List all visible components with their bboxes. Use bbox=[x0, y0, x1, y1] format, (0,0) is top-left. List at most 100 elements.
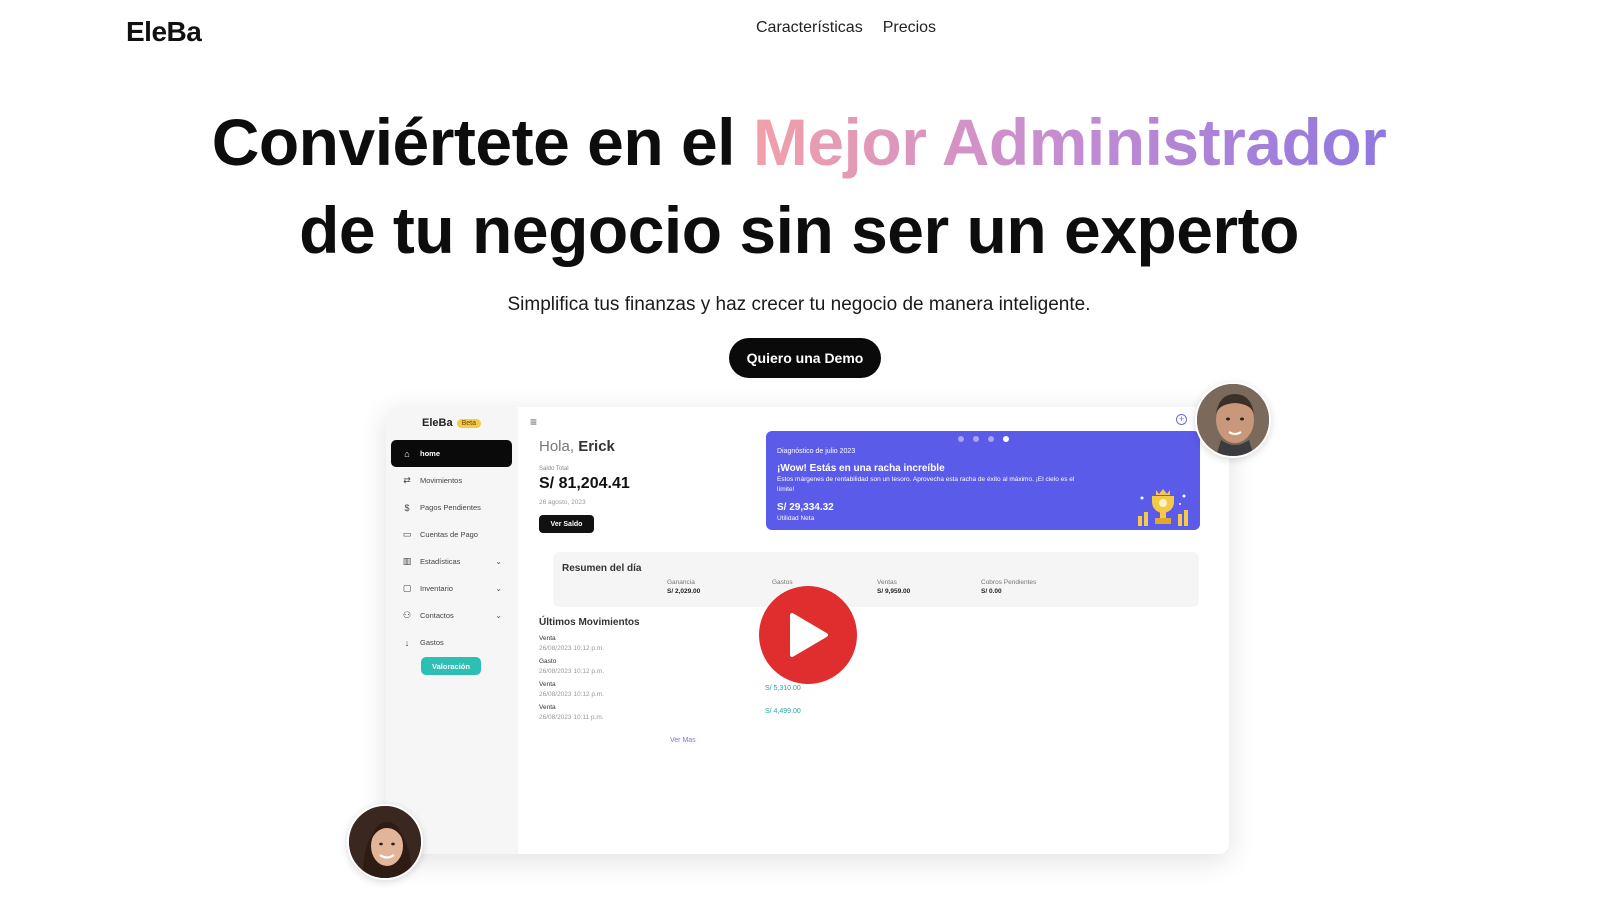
app-main: ≡ + Hola, Erick Saldo Total S/ 81,204.41… bbox=[518, 407, 1229, 854]
top-navbar: EleBa Características Precios bbox=[0, 0, 1598, 70]
sidebar-item-label: Gastos bbox=[420, 638, 444, 647]
saldo-value: S/ 81,204.41 bbox=[539, 475, 630, 492]
summary-label: Cobros Pendientes bbox=[981, 579, 1037, 586]
ver-mas-link[interactable]: Ver Mas bbox=[670, 737, 696, 744]
summary-value: S/ 0.00 bbox=[981, 588, 1002, 595]
avatar-man bbox=[1195, 382, 1271, 458]
sidebar-item-movimientos[interactable]: ⇄ Movimientos bbox=[391, 467, 512, 494]
app-logo-text: EleBa bbox=[422, 417, 453, 429]
sidebar-item-inventario[interactable]: ▢ Inventario ⌄ bbox=[391, 575, 512, 602]
list-item[interactable]: Venta 26/08/2023 10:11 p.m. bbox=[539, 703, 604, 723]
summary-label: Gastos bbox=[772, 579, 793, 586]
diagnostic-title: Diagnóstico de julio 2023 bbox=[777, 448, 856, 455]
sidebar-item-pagos-pendientes[interactable]: $ Pagos Pendientes bbox=[391, 494, 512, 521]
greeting-name: Erick bbox=[578, 438, 615, 455]
sidebar-menu: ⌂ home ⇄ Movimientos $ Pagos Pendientes … bbox=[391, 440, 512, 656]
diagnostic-text: Estos márgenes de rentabilidad son un te… bbox=[777, 476, 1075, 493]
movement-type: Venta bbox=[539, 681, 556, 688]
summary-ventas: Ventas S/ 9,959.00 bbox=[877, 579, 910, 595]
dollar-clock-icon: $ bbox=[404, 502, 410, 513]
movement-amount: S/ 5,310.00 bbox=[765, 685, 801, 692]
home-icon: ⌂ bbox=[404, 448, 410, 459]
saldo-label: Saldo Total bbox=[539, 466, 569, 472]
sidebar-item-label: Contactos bbox=[420, 611, 454, 620]
greeting-prefix: Hola, bbox=[539, 438, 579, 455]
sidebar-item-estadisticas[interactable]: ▥ Estadísticas ⌄ bbox=[391, 548, 512, 575]
box-icon: ▢ bbox=[402, 583, 412, 593]
avatar-man-image bbox=[1197, 384, 1269, 456]
list-item[interactable]: Venta 26/08/2023 10:12 p.m. bbox=[539, 680, 604, 700]
list-item[interactable]: Gasto 26/08/2023 10:12 p.m. bbox=[539, 657, 604, 677]
carousel-dots bbox=[958, 436, 1009, 442]
hero-title-part2: de tu negocio sin ser un experto bbox=[299, 193, 1299, 267]
arrow-down-icon: ↓ bbox=[404, 637, 410, 648]
daily-summary: Resumen del día Ganancia S/ 2,029.00 Gas… bbox=[553, 552, 1199, 607]
hero-title: Conviértete en el Mejor Administrador de… bbox=[0, 98, 1598, 274]
summary-value: S/ 2,029.00 bbox=[667, 588, 701, 595]
add-circle-icon[interactable]: + bbox=[1176, 414, 1187, 425]
movement-type: Venta bbox=[539, 635, 556, 642]
sidebar-item-label: Cuentas de Pago bbox=[420, 530, 478, 539]
ver-saldo-button[interactable]: Ver Saldo bbox=[539, 515, 594, 533]
carousel-dot-active[interactable] bbox=[1003, 436, 1009, 442]
summary-gastos: Gastos bbox=[772, 579, 793, 588]
app-logo: EleBa Beta bbox=[422, 417, 481, 429]
hero-title-highlight: Mejor Administrador bbox=[752, 105, 1387, 179]
diagnostic-heading: ¡Wow! Estás en una racha increíble bbox=[777, 463, 945, 474]
hamburger-menu-icon[interactable]: ≡ bbox=[530, 415, 537, 429]
valoracion-button[interactable]: Valoración bbox=[421, 657, 481, 675]
arrows-icon: ⇄ bbox=[403, 475, 411, 485]
movement-type: Venta bbox=[539, 704, 556, 711]
demo-cta-button[interactable]: Quiero una Demo bbox=[729, 338, 881, 378]
trophy-icon bbox=[1138, 489, 1188, 526]
card-icon: ▭ bbox=[402, 529, 412, 539]
nav-link-caracteristicas[interactable]: Características bbox=[756, 19, 863, 37]
beta-badge: Beta bbox=[456, 418, 481, 428]
chevron-down-icon: ⌄ bbox=[495, 611, 502, 620]
carousel-dot[interactable] bbox=[958, 436, 964, 442]
summary-ganancia: Ganancia S/ 2,029.00 bbox=[667, 579, 700, 595]
sidebar-item-label: Pagos Pendientes bbox=[420, 503, 481, 512]
movement-date: 26/08/2023 10:11 p.m. bbox=[539, 714, 604, 721]
movement-date: 26/08/2023 10:12 p.m. bbox=[539, 691, 605, 698]
avatar-woman-image bbox=[349, 806, 421, 878]
movement-amount: S/ 4,499.00 bbox=[765, 708, 801, 715]
recent-movements-title: Últimos Movimientos bbox=[539, 617, 640, 628]
sidebar-item-gastos[interactable]: ↓ Gastos bbox=[391, 629, 512, 656]
list-item[interactable]: Venta 26/08/2023 10:12 p.m. bbox=[539, 634, 604, 654]
sidebar-item-label: home bbox=[420, 449, 441, 458]
chevron-down-icon: ⌄ bbox=[495, 557, 502, 566]
summary-title: Resumen del día bbox=[562, 563, 642, 574]
sidebar-item-home[interactable]: ⌂ home bbox=[391, 440, 512, 467]
summary-cobros-pendientes: Cobros Pendientes S/ 0.00 bbox=[981, 579, 1036, 595]
nav-links: Características Precios bbox=[756, 19, 936, 37]
saldo-date: 26 agosto, 2023 bbox=[539, 499, 586, 506]
movement-date: 26/08/2023 10:12 p.m. bbox=[539, 645, 605, 652]
hero-title-part1: Conviértete en el bbox=[211, 105, 753, 179]
sidebar-item-label: Movimientos bbox=[420, 476, 463, 485]
movement-date: 26/08/2023 10:12 p.m. bbox=[539, 668, 605, 675]
sidebar-item-contactos[interactable]: ⚇ Contactos ⌄ bbox=[391, 602, 512, 629]
summary-label: Ganancia bbox=[667, 579, 695, 586]
avatar-woman bbox=[347, 804, 423, 880]
play-icon bbox=[790, 613, 828, 657]
chevron-down-icon: ⌄ bbox=[495, 584, 502, 593]
summary-value: S/ 9,959.00 bbox=[877, 588, 911, 595]
greeting: Hola, Erick bbox=[539, 438, 615, 455]
app-sidebar: EleBa Beta ⌂ home ⇄ Movimientos $ Pagos … bbox=[386, 407, 518, 854]
video-play-button[interactable] bbox=[759, 586, 857, 684]
diagnostic-value-label: Utilidad Neta bbox=[777, 515, 815, 522]
movement-type: Gasto bbox=[539, 658, 557, 665]
bar-chart-icon: ▥ bbox=[402, 556, 412, 566]
nav-link-precios[interactable]: Precios bbox=[883, 19, 936, 37]
hero-subtitle: Simplifica tus finanzas y haz crecer tu … bbox=[507, 294, 1091, 315]
summary-label: Ventas bbox=[877, 579, 897, 586]
brand-logo[interactable]: EleBa bbox=[126, 16, 202, 48]
diagnostic-value: S/ 29,334.32 bbox=[777, 502, 834, 513]
carousel-dot[interactable] bbox=[988, 436, 994, 442]
sidebar-item-label: Inventario bbox=[420, 584, 453, 593]
diagnostic-card[interactable]: Diagnóstico de julio 2023 ¡Wow! Estás en… bbox=[766, 431, 1200, 530]
sidebar-item-cuentas-de-pago[interactable]: ▭ Cuentas de Pago bbox=[391, 521, 512, 548]
users-icon: ⚇ bbox=[402, 610, 412, 620]
carousel-dot[interactable] bbox=[973, 436, 979, 442]
